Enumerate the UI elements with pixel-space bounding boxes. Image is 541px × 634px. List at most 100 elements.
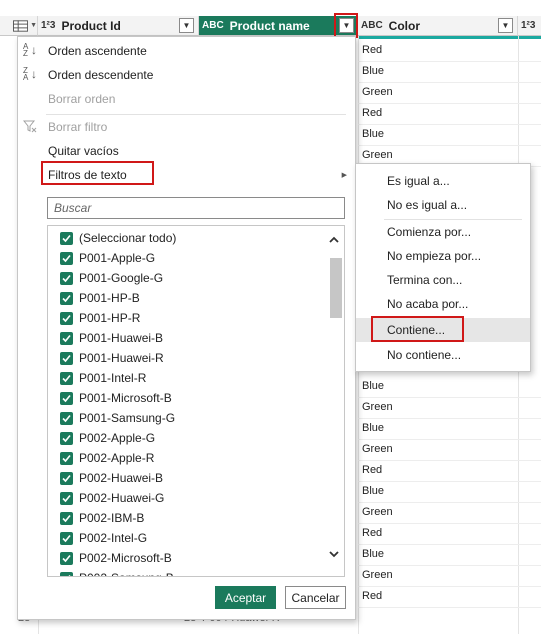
list-item[interactable]: P001-Google-G	[48, 268, 326, 288]
checkbox[interactable]	[60, 351, 73, 365]
column-filter-dropdown[interactable]: ▼	[179, 18, 194, 33]
checkmark-icon	[62, 554, 71, 562]
color-cell: Blue	[362, 422, 385, 434]
menu-item-label: No es igual a...	[387, 198, 468, 212]
sort-ascending-item[interactable]: A Z ↓ Orden ascendente	[18, 39, 355, 63]
list-item[interactable]: P002-Huawei-B	[48, 468, 326, 488]
list-item-label: P002-Intel-G	[79, 531, 148, 545]
list-item[interactable]: P001-Huawei-B	[48, 328, 326, 348]
contains-highlight-box	[371, 316, 464, 342]
row-divider	[358, 586, 541, 587]
row-divider	[358, 61, 541, 62]
list-item[interactable]: P002-Intel-G	[48, 528, 326, 548]
cancel-button[interactable]: Cancelar	[285, 586, 346, 609]
menu-item-label: No acaba por...	[387, 297, 469, 311]
begins-with-item[interactable]: Comienza por...	[356, 220, 530, 244]
list-item[interactable]: P002-Samsung-B	[48, 568, 326, 576]
list-item[interactable]: P002-IBM-B	[48, 508, 326, 528]
checkbox[interactable]	[60, 371, 73, 385]
row-divider	[358, 565, 541, 566]
list-item-label: P001-Google-G	[79, 271, 164, 285]
list-item-label: P002-Huawei-B	[79, 471, 164, 485]
checkbox[interactable]	[60, 491, 73, 505]
list-item-label: P002-Huawei-G	[79, 491, 165, 505]
column-header-next[interactable]: 1²3	[518, 16, 541, 36]
values-checklist: (Seleccionar todo) P001-Apple-G P001-Googl…	[47, 225, 345, 577]
select-all-item[interactable]: (Seleccionar todo)	[48, 228, 326, 248]
list-scrollbar[interactable]	[325, 226, 344, 576]
checkbox[interactable]	[60, 511, 73, 525]
checkmark-icon	[62, 274, 71, 282]
not-equals-item[interactable]: No es igual a...	[356, 193, 530, 217]
menu-item-label: Quitar vacíos	[48, 144, 119, 158]
remove-empty-item[interactable]: Quitar vacíos	[18, 139, 355, 163]
sort-descending-item[interactable]: Z A ↓ Orden descendente	[18, 63, 355, 87]
menu-item-label: Borrar filtro	[48, 120, 108, 134]
list-item[interactable]: P001-HP-B	[48, 288, 326, 308]
checkmark-icon	[62, 254, 71, 262]
color-cell: Red	[362, 590, 383, 602]
checkbox[interactable]	[60, 271, 73, 285]
scrollbar-thumb[interactable]	[330, 258, 342, 318]
row-divider	[358, 439, 541, 440]
sort-descending-icon: Z A ↓	[23, 66, 37, 82]
menu-item-label: Borrar orden	[48, 92, 116, 106]
checkbox[interactable]	[60, 231, 73, 245]
accept-button[interactable]: Aceptar	[215, 586, 276, 609]
list-item-label: P002-Apple-R	[79, 451, 155, 465]
checkmark-icon	[62, 234, 71, 242]
color-cell: Green	[362, 149, 393, 161]
ends-with-item[interactable]: Termina con...	[356, 268, 530, 292]
checkbox[interactable]	[60, 451, 73, 465]
list-item[interactable]: P001-Samsung-G	[48, 408, 326, 428]
list-item[interactable]: P002-Apple-G	[48, 428, 326, 448]
list-item[interactable]: P001-HP-R	[48, 308, 326, 328]
list-item[interactable]: P001-Apple-G	[48, 248, 326, 268]
list-item[interactable]: P001-Huawei-R	[48, 348, 326, 368]
row-divider	[358, 607, 541, 608]
column-header-color[interactable]: ABC Color ▼	[358, 16, 518, 36]
list-item[interactable]: P001-Microsoft-B	[48, 388, 326, 408]
checkbox[interactable]	[60, 391, 73, 405]
chevron-down-icon[interactable]	[328, 548, 340, 560]
sort-ascending-icon: A Z ↓	[23, 42, 37, 58]
list-item-label: P001-Intel-R	[79, 371, 147, 385]
list-item[interactable]: P002-Microsoft-B	[48, 548, 326, 568]
search-input[interactable]	[47, 197, 345, 219]
list-item-label: P002-Apple-G	[79, 431, 156, 445]
list-item-label: P001-Microsoft-B	[79, 391, 172, 405]
color-cell: Blue	[362, 485, 385, 497]
table-corner-button[interactable]: ▼	[0, 16, 38, 36]
column-filter-dropdown[interactable]: ▼	[498, 18, 513, 33]
list-item-label: P001-HP-B	[79, 291, 140, 305]
table-icon	[13, 19, 29, 32]
checkbox[interactable]	[60, 571, 73, 576]
checkbox[interactable]	[60, 331, 73, 345]
list-item[interactable]: P001-Intel-R	[48, 368, 326, 388]
not-ends-with-item[interactable]: No acaba por...	[356, 292, 530, 316]
checkbox[interactable]	[60, 251, 73, 265]
not-begins-with-item[interactable]: No empieza por...	[356, 244, 530, 268]
checkbox[interactable]	[60, 311, 73, 325]
checkbox[interactable]	[60, 431, 73, 445]
list-item[interactable]: P002-Apple-R	[48, 448, 326, 468]
color-cell: Green	[362, 569, 393, 581]
color-cell: Red	[362, 107, 383, 119]
list-item[interactable]: P002-Huawei-G	[48, 488, 326, 508]
column-header-product-id[interactable]: 1²3 Product Id ▼	[38, 16, 199, 36]
row-divider	[358, 103, 541, 104]
number-type-icon: 1²3	[521, 20, 536, 31]
equals-item[interactable]: Es igual a...	[356, 169, 530, 193]
checkbox[interactable]	[60, 471, 73, 485]
text-type-icon: ABC	[202, 20, 224, 31]
checkbox[interactable]	[60, 291, 73, 305]
clear-filter-item[interactable]: Borrar filtro	[18, 115, 355, 139]
not-contains-item[interactable]: No contiene...	[356, 343, 530, 367]
checkbox[interactable]	[60, 551, 73, 565]
checkbox[interactable]	[60, 531, 73, 545]
chevron-up-icon[interactable]	[328, 234, 340, 246]
checkbox[interactable]	[60, 411, 73, 425]
clear-sort-item[interactable]: Borrar orden	[18, 87, 355, 111]
menu-item-label: Termina con...	[387, 273, 463, 287]
checkmark-icon	[68, 574, 71, 576]
